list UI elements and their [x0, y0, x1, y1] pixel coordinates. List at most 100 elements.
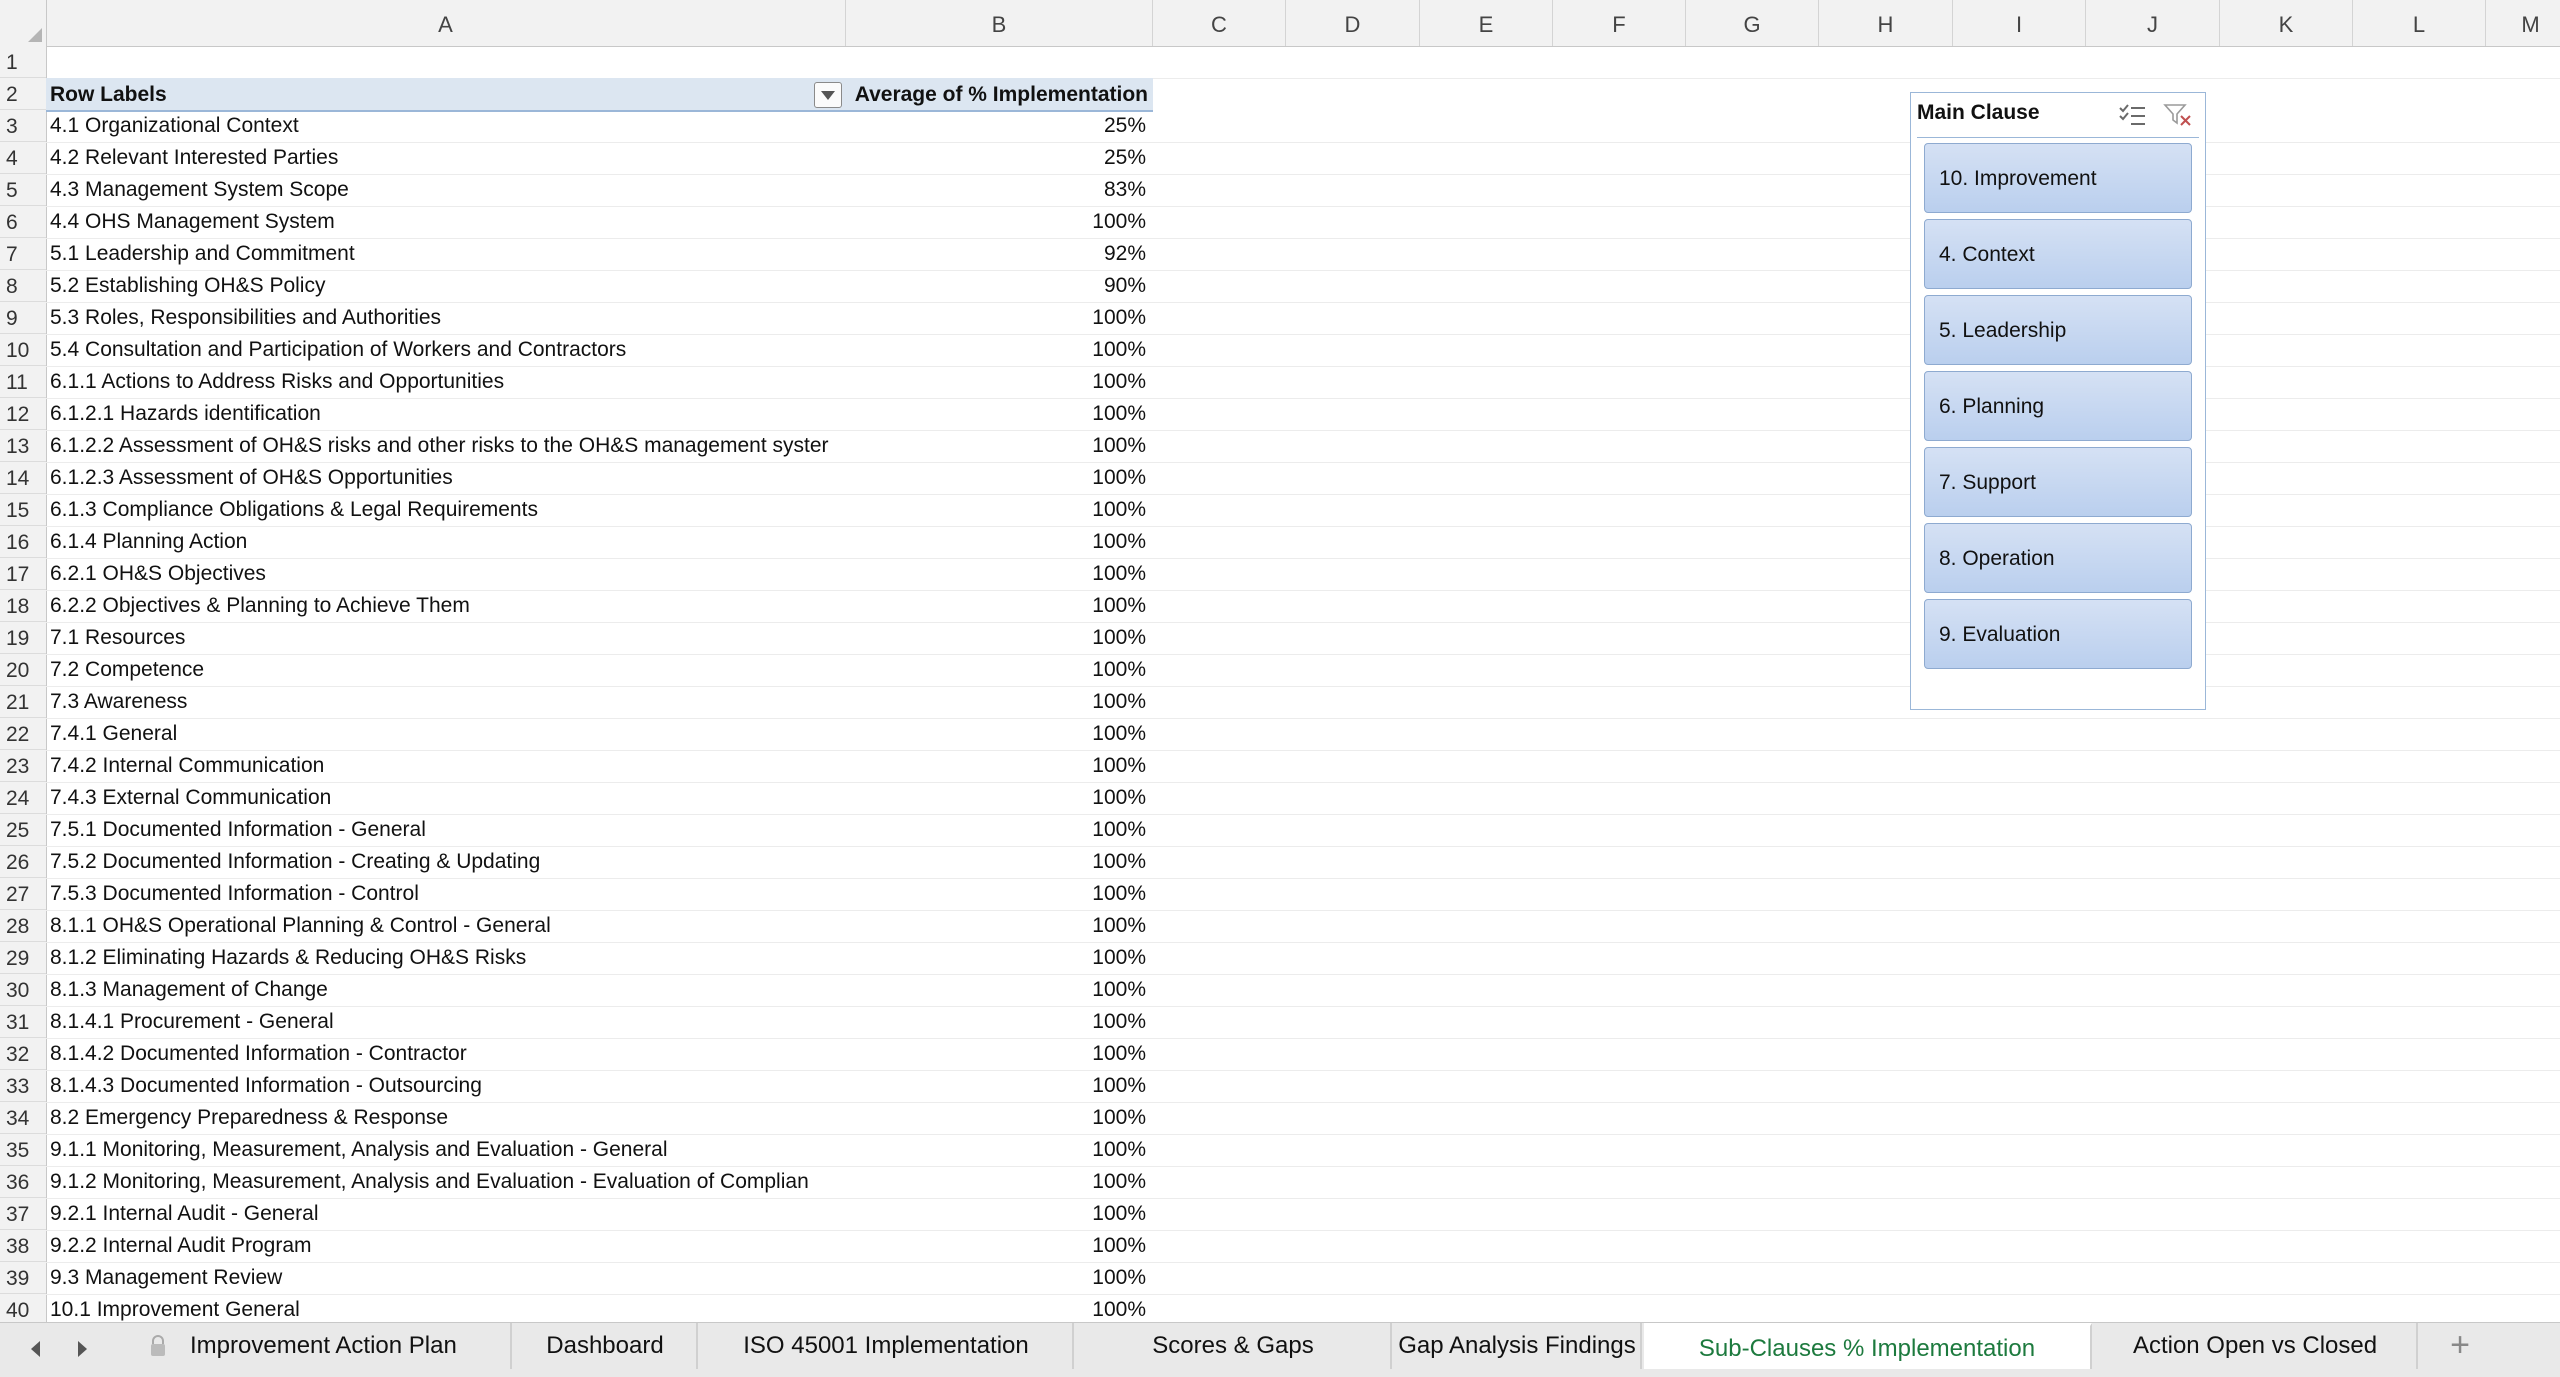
table-row[interactable]: 9.1.1 Monitoring, Measurement, Analysis …: [46, 1134, 2560, 1167]
slicer-item[interactable]: 5. Leadership: [1924, 295, 2192, 365]
percent-value-cell[interactable]: 100%: [46, 302, 1150, 334]
row-header[interactable]: 1: [0, 46, 46, 78]
row-header[interactable]: 12: [0, 398, 46, 430]
main-clause-slicer[interactable]: Main Clause 10. Improvement 4. Context 5. …: [1910, 92, 2206, 710]
column-header-k[interactable]: K: [2220, 0, 2353, 46]
row-header[interactable]: 38: [0, 1230, 46, 1262]
row-header[interactable]: 19: [0, 622, 46, 654]
percent-value-cell[interactable]: 25%: [46, 110, 1150, 142]
percent-value-cell[interactable]: 100%: [46, 1294, 1150, 1322]
column-header-l[interactable]: L: [2353, 0, 2486, 46]
sheet-tab[interactable]: Dashboard: [514, 1323, 698, 1369]
table-row[interactable]: 7.4.2 Internal Communication 100%: [46, 750, 2560, 783]
percent-value-cell[interactable]: 100%: [46, 846, 1150, 878]
percent-value-cell[interactable]: 100%: [46, 558, 1150, 590]
table-row[interactable]: 7.4.1 General 100%: [46, 718, 2560, 751]
table-row[interactable]: 8.1.4.3 Documented Information - Outsour…: [46, 1070, 2560, 1103]
table-row[interactable]: 8.1.3 Management of Change 100%: [46, 974, 2560, 1007]
percent-value-cell[interactable]: 100%: [46, 1134, 1150, 1166]
column-header-d[interactable]: D: [1286, 0, 1420, 46]
percent-value-cell[interactable]: 92%: [46, 238, 1150, 270]
column-header-f[interactable]: F: [1553, 0, 1686, 46]
row-header[interactable]: 21: [0, 686, 46, 718]
row-header[interactable]: 18: [0, 590, 46, 622]
column-header-c[interactable]: C: [1153, 0, 1286, 46]
slicer-item[interactable]: 10. Improvement: [1924, 143, 2192, 213]
percent-value-cell[interactable]: 83%: [46, 174, 1150, 206]
row-header[interactable]: 7: [0, 238, 46, 270]
row-header[interactable]: 6: [0, 206, 46, 238]
row-header[interactable]: 29: [0, 942, 46, 974]
multi-select-icon[interactable]: [2117, 103, 2147, 127]
percent-value-cell[interactable]: 100%: [46, 910, 1150, 942]
percent-value-cell[interactable]: 100%: [46, 526, 1150, 558]
percent-value-cell[interactable]: 100%: [46, 718, 1150, 750]
row-header[interactable]: 13: [0, 430, 46, 462]
row-header[interactable]: 5: [0, 174, 46, 206]
percent-value-cell[interactable]: 100%: [46, 1070, 1150, 1102]
row-header[interactable]: 36: [0, 1166, 46, 1198]
table-row[interactable]: 8.1.4.1 Procurement - General 100%: [46, 1006, 2560, 1039]
column-header-g[interactable]: G: [1686, 0, 1819, 46]
scroll-tabs-left-icon[interactable]: [24, 1337, 48, 1361]
percent-value-cell[interactable]: 90%: [46, 270, 1150, 302]
percent-value-cell[interactable]: 100%: [46, 1198, 1150, 1230]
column-header-h[interactable]: H: [1819, 0, 1953, 46]
row-header[interactable]: 35: [0, 1134, 46, 1166]
table-row[interactable]: 8.1.1 OH&S Operational Planning & Contro…: [46, 910, 2560, 943]
percent-value-cell[interactable]: 100%: [46, 654, 1150, 686]
row-header[interactable]: 20: [0, 654, 46, 686]
table-row[interactable]: 9.1.2 Monitoring, Measurement, Analysis …: [46, 1166, 2560, 1199]
select-all-corner[interactable]: [0, 0, 47, 46]
value-field-header[interactable]: Average of % Implementation: [846, 78, 1150, 110]
row-header[interactable]: 32: [0, 1038, 46, 1070]
percent-value-cell[interactable]: 100%: [46, 430, 1150, 462]
percent-value-cell[interactable]: 25%: [46, 142, 1150, 174]
row-header[interactable]: 16: [0, 526, 46, 558]
row-header[interactable]: 31: [0, 1006, 46, 1038]
table-row[interactable]: 10.1 Improvement General 100%: [46, 1294, 2560, 1322]
slicer-item[interactable]: 7. Support: [1924, 447, 2192, 517]
sheet-tab[interactable]: Improvement Action Plan: [130, 1323, 512, 1369]
percent-value-cell[interactable]: 100%: [46, 462, 1150, 494]
row-header[interactable]: 2: [0, 78, 46, 110]
row-header[interactable]: 3: [0, 110, 46, 142]
table-row[interactable]: 8.2 Emergency Preparedness & Response 100…: [46, 1102, 2560, 1135]
scroll-tabs-right-icon[interactable]: [70, 1337, 94, 1361]
percent-value-cell[interactable]: 100%: [46, 1006, 1150, 1038]
table-row[interactable]: 7.5.1 Documented Information - General 10…: [46, 814, 2560, 847]
row-header[interactable]: 30: [0, 974, 46, 1006]
column-header-a[interactable]: A: [46, 0, 846, 46]
percent-value-cell[interactable]: 100%: [46, 750, 1150, 782]
percent-value-cell[interactable]: 100%: [46, 942, 1150, 974]
table-row[interactable]: 7.5.3 Documented Information - Control 10…: [46, 878, 2560, 911]
percent-value-cell[interactable]: 100%: [46, 1102, 1150, 1134]
column-header-i[interactable]: I: [1953, 0, 2086, 46]
row-labels-header[interactable]: Row Labels: [50, 78, 167, 110]
row-header[interactable]: 8: [0, 270, 46, 302]
percent-value-cell[interactable]: 100%: [46, 1166, 1150, 1198]
row-header[interactable]: 10: [0, 334, 46, 366]
row-header[interactable]: 27: [0, 878, 46, 910]
percent-value-cell[interactable]: 100%: [46, 398, 1150, 430]
row-header[interactable]: 39: [0, 1262, 46, 1294]
column-header-e[interactable]: E: [1420, 0, 1553, 46]
table-row[interactable]: 9.2.1 Internal Audit - General 100%: [46, 1198, 2560, 1231]
percent-value-cell[interactable]: 100%: [46, 686, 1150, 718]
sheet-tab[interactable]: Scores & Gaps: [1076, 1323, 1392, 1369]
row-header[interactable]: 22: [0, 718, 46, 750]
row-header[interactable]: 37: [0, 1198, 46, 1230]
percent-value-cell[interactable]: 100%: [46, 782, 1150, 814]
percent-value-cell[interactable]: 100%: [46, 974, 1150, 1006]
percent-value-cell[interactable]: 100%: [46, 1230, 1150, 1262]
row-header[interactable]: 23: [0, 750, 46, 782]
percent-value-cell[interactable]: 100%: [46, 590, 1150, 622]
table-row[interactable]: 8.1.2 Eliminating Hazards & Reducing OH&…: [46, 942, 2560, 975]
table-row[interactable]: [46, 46, 2560, 79]
row-header[interactable]: 14: [0, 462, 46, 494]
percent-value-cell[interactable]: 100%: [46, 878, 1150, 910]
spreadsheet-grid[interactable]: ABCDEFGHIJKLM 1 2 Row Labels Average of …: [0, 0, 2560, 1322]
row-header[interactable]: 17: [0, 558, 46, 590]
row-header[interactable]: 15: [0, 494, 46, 526]
clear-filter-icon[interactable]: [2163, 103, 2193, 127]
